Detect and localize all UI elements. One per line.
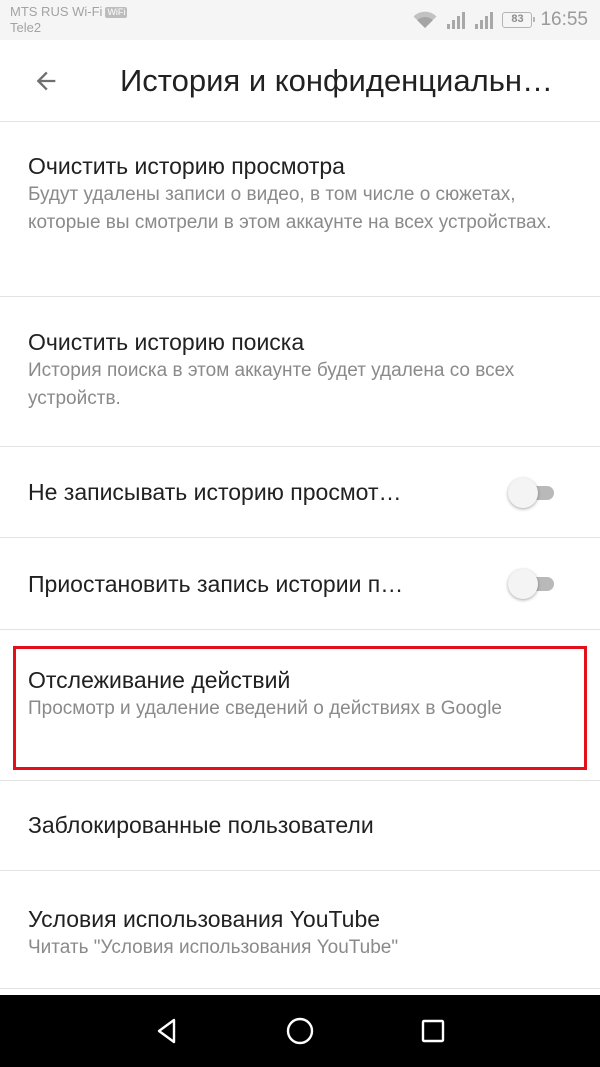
carrier-secondary: Tele2 [10,20,42,35]
item-title: Очистить историю поиска [28,329,305,355]
wifi-badge: WiFi [105,7,128,18]
item-title: Приостановить запись истории п… [28,570,404,597]
pause-search-history-item[interactable]: Приостановить запись истории п… [0,538,600,630]
pause-watch-history-item[interactable]: Не записывать историю просмот… [0,447,600,538]
settings-list: Очистить историю просмотра Будут удалены… [0,122,600,989]
home-circle-icon [286,1017,314,1045]
nav-back-button[interactable] [143,1007,191,1055]
item-subtitle: Просмотр и удаление сведений о действиях… [28,698,502,719]
item-title: Очистить историю просмотра [28,153,345,179]
item-subtitle: История поиска в этом аккаунте будет уда… [28,360,515,409]
activity-tracking-item[interactable]: Отслеживание действий Просмотр и удалени… [0,630,600,781]
carrier-info: MTS RUS Wi-Fi WiFi Tele2 [10,4,128,36]
item-subtitle: Будут удалены записи о видео, в том числ… [28,184,552,233]
battery-icon: 83 [502,12,536,28]
clear-search-history-item[interactable]: Очистить историю поиска История поиска в… [0,297,600,447]
signal-icon [447,12,466,29]
status-time: 16:55 [540,9,588,30]
wifi-icon [413,11,437,28]
page-title: История и конфиденциальн… [120,63,553,98]
nav-home-button[interactable] [276,1007,324,1055]
arrow-back-icon [36,71,56,91]
status-icons: 83 16:55 [412,8,588,32]
pause-watch-history-toggle[interactable] [508,478,554,508]
blocked-users-item[interactable]: Заблокированные пользователи [0,781,600,871]
back-triangle-icon [157,1018,175,1044]
youtube-terms-item[interactable]: Условия использования YouTube Читать "Ус… [0,871,600,989]
recents-square-icon [422,1019,445,1043]
toggle-thumb [508,478,538,508]
clear-watch-history-item[interactable]: Очистить историю просмотра Будут удалены… [0,122,600,297]
carrier-primary: MTS RUS Wi-Fi [10,4,103,19]
item-title: Не записывать историю просмот… [28,479,402,505]
back-button[interactable] [22,57,70,105]
status-bar: MTS RUS Wi-Fi WiFi Tele2 83 16:55 [0,0,600,40]
screen: MTS RUS Wi-Fi WiFi Tele2 83 16:55 Истори… [0,0,600,1067]
item-title: Условия использования YouTube [28,906,381,932]
item-subtitle: Читать "Условия использования YouTube" [28,937,399,958]
system-nav-bar [0,995,600,1067]
app-bar: История и конфиденциальн… [0,40,600,122]
item-title: Отслеживание действий [28,667,291,693]
nav-recents-button[interactable] [409,1007,457,1055]
toggle-thumb [508,569,538,599]
pause-search-history-toggle[interactable] [508,569,554,599]
item-title: Заблокированные пользователи [28,812,374,838]
signal-icon-2 [475,12,494,29]
